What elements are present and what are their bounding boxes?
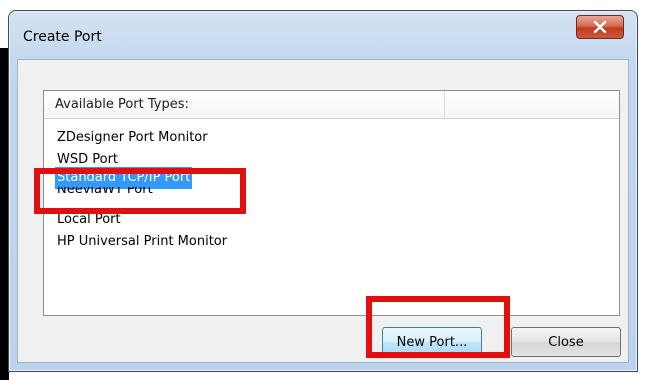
- port-types-rows: ZDesigner Port Monitor WSD Port Standard…: [44, 127, 619, 253]
- create-port-dialog: Create Port Available Port Types: ZDesig…: [8, 10, 638, 372]
- list-item-label: Local Port: [57, 212, 121, 227]
- close-window-button[interactable]: [576, 15, 624, 39]
- list-item-label: WSD Port: [57, 152, 119, 163]
- screenshot: Create Port Available Port Types: ZDesig…: [0, 0, 657, 380]
- list-item[interactable]: Local Port: [44, 209, 619, 231]
- list-item-label: NeeviaWT Port: [57, 187, 153, 197]
- list-item[interactable]: HP Universal Print Monitor: [44, 231, 619, 253]
- list-item[interactable]: WSD Port: [44, 149, 619, 163]
- dialog-client-area: Available Port Types: ZDesigner Port Mon…: [17, 59, 629, 363]
- dialog-title: Create Port: [23, 29, 102, 45]
- port-types-list[interactable]: Available Port Types: ZDesigner Port Mon…: [43, 90, 620, 316]
- list-item-selected[interactable]: Standard TCP/IP Port: [44, 167, 619, 189]
- list-item-label: HP Universal Print Monitor: [57, 234, 228, 249]
- close-x-icon: [593, 21, 607, 33]
- close-button[interactable]: Close: [511, 327, 621, 357]
- list-item[interactable]: NeeviaWT Port: [44, 187, 619, 209]
- list-item-label: ZDesigner Port Monitor: [57, 130, 208, 145]
- list-header: Available Port Types:: [44, 91, 619, 119]
- column-header-available-port-types[interactable]: Available Port Types:: [55, 97, 189, 112]
- list-item[interactable]: ZDesigner Port Monitor: [44, 127, 619, 149]
- column-divider[interactable]: [444, 91, 445, 119]
- list-item-label: Standard TCP/IP Port: [55, 167, 193, 189]
- new-port-button[interactable]: New Port...: [382, 327, 482, 357]
